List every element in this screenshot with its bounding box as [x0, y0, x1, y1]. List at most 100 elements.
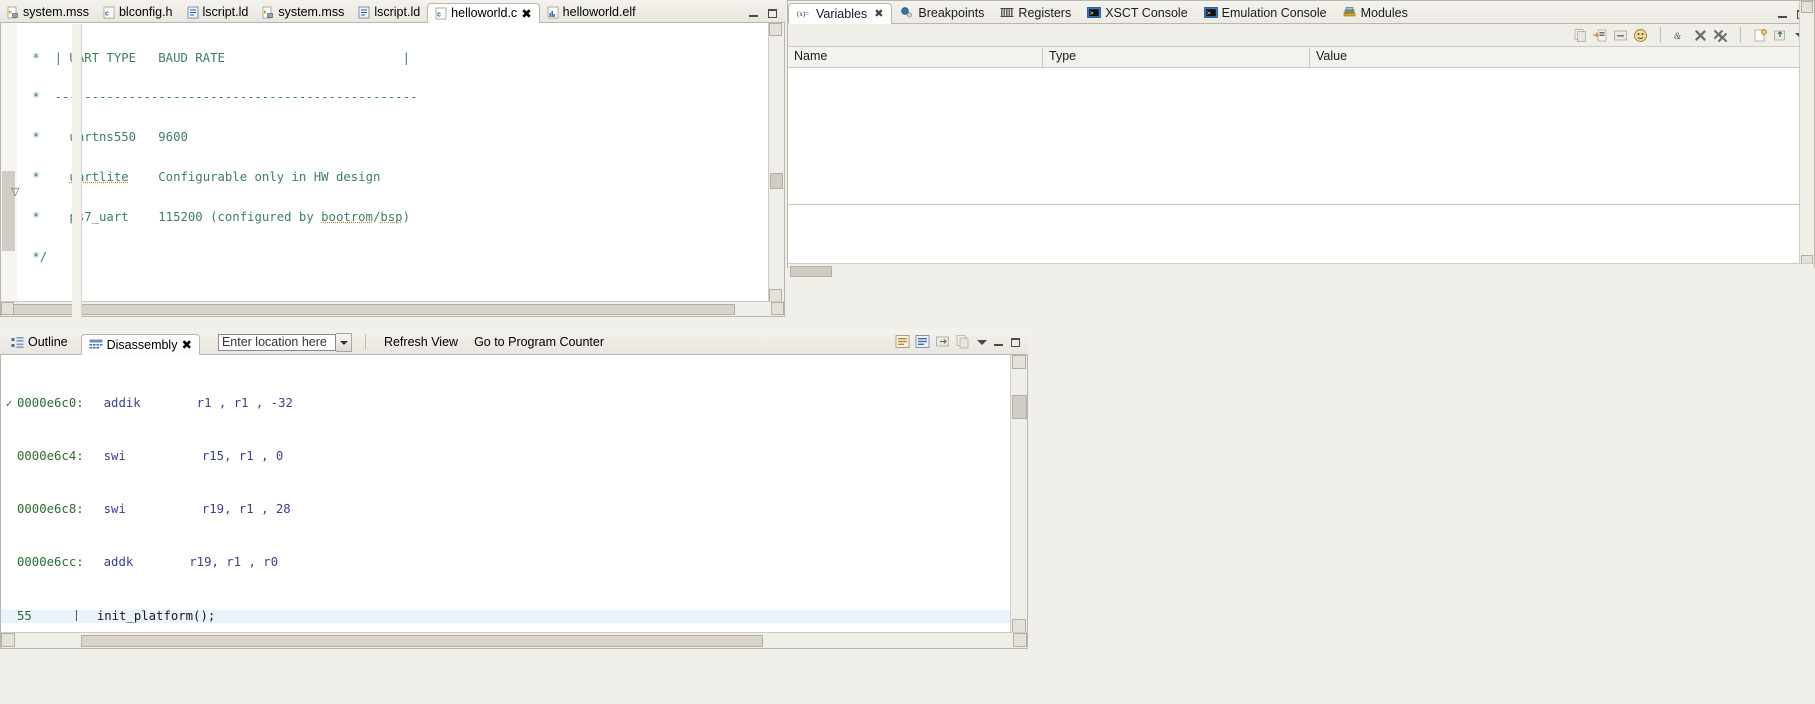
tab-xsct-console[interactable]: > XSCT Console: [1079, 2, 1195, 23]
show-opcodes-icon[interactable]: [915, 334, 931, 350]
tab-modules[interactable]: Modules: [1335, 2, 1416, 23]
sdk-debug-perspective: Debug ✖ i: [0, 0, 1815, 704]
row-address: 0000e6cc:: [17, 555, 84, 569]
svg-text:c: c: [437, 11, 441, 18]
scroll-down-arrow-icon[interactable]: [1012, 619, 1026, 633]
minimize-disassembly-button[interactable]: [992, 336, 1005, 349]
editor-tab-helloworld-c[interactable]: c helloworld.c ✖: [427, 3, 540, 23]
row-line-number: 55: [17, 609, 32, 623]
editor-panel: system.mss c blconfig.h lscript.ld syste…: [0, 0, 785, 330]
show-details-icon[interactable]: [1633, 28, 1648, 43]
text-cursor: [76, 610, 77, 621]
scroll-left-arrow-icon[interactable]: [1, 633, 15, 647]
variables-horizontal-scrollbar[interactable]: [788, 263, 1814, 277]
refresh-view-button[interactable]: Refresh View: [379, 335, 463, 349]
editor-gutter[interactable]: [1, 23, 18, 302]
editor-tab-lscript-ld-1[interactable]: lscript.ld: [180, 2, 256, 22]
scroll-up-arrow-icon[interactable]: [769, 23, 782, 36]
maximize-editor-button[interactable]: [766, 7, 779, 20]
row-operands: r19, r1 , 28: [202, 502, 291, 516]
remove-all-icon[interactable]: [1713, 28, 1728, 43]
editor-tab-blconfig-h[interactable]: c blconfig.h: [96, 2, 180, 22]
link-with-debug-view-icon[interactable]: [935, 334, 951, 350]
editor-tab-system-mss-1[interactable]: system.mss: [0, 2, 96, 22]
editor-tab-system-mss-2[interactable]: system.mss: [255, 2, 351, 22]
row-source: init_platform();: [97, 609, 215, 623]
tab-registers[interactable]: Registers: [992, 2, 1079, 23]
tab-modules-label: Modules: [1361, 6, 1408, 20]
variables-detail-pane[interactable]: [788, 205, 1814, 263]
disassembly-horizontal-scrollbar[interactable]: [1, 632, 1027, 648]
h-file-icon: c: [103, 6, 115, 19]
column-header-name[interactable]: Name: [788, 47, 1043, 67]
collapse-all-icon[interactable]: [1613, 28, 1628, 43]
row-operands: r1 , r1 , -32: [197, 396, 293, 410]
disassembly-row[interactable]: 0000e6c4:swir15, r1 , 0: [1, 450, 1011, 463]
close-icon[interactable]: ✖: [181, 337, 191, 352]
modules-icon: [1343, 6, 1357, 19]
editor-tab-helloworld-elf[interactable]: helloworld.elf: [540, 2, 643, 22]
disassembly-row[interactable]: 0000e6c8:swir19, r1 , 28: [1, 503, 1011, 516]
disassembly-row[interactable]: 0000e6cc:addkr19, r1 , r0: [1, 556, 1011, 569]
scroll-right-arrow-icon[interactable]: [771, 302, 784, 315]
row-address: 0000e6c8:: [17, 502, 84, 516]
editor-horizontal-scrollbar[interactable]: [1, 301, 784, 316]
scroll-up-arrow-icon[interactable]: [1801, 1, 1813, 13]
new-view-icon[interactable]: [1753, 28, 1768, 43]
remove-selected-icon[interactable]: [1693, 28, 1708, 43]
variables-view-panel: (x)= Variables ✖ Breakpoints Registers >: [787, 0, 1815, 268]
detail-vertical-scrollbar[interactable]: [1799, 1, 1814, 267]
scrollbar-thumb[interactable]: [790, 266, 832, 277]
location-input[interactable]: [218, 334, 336, 351]
tab-disassembly[interactable]: Disassembly ✖: [81, 334, 200, 355]
toolbar-separator: [1740, 27, 1741, 43]
row-mnemonic: addik: [104, 396, 141, 410]
close-icon[interactable]: ✖: [521, 6, 531, 21]
maximize-disassembly-button[interactable]: [1009, 336, 1022, 349]
tab-variables-label: Variables: [816, 7, 867, 21]
tab-breakpoints[interactable]: Breakpoints: [892, 2, 992, 23]
close-icon[interactable]: ✖: [874, 7, 883, 20]
disassembly-source-row[interactable]: 55 init_platform();: [1, 610, 1011, 623]
view-menu-icon[interactable]: [975, 336, 988, 349]
svg-text:>: >: [1207, 10, 1211, 17]
column-header-type[interactable]: Type: [1043, 47, 1310, 67]
disassembly-toolbar: [895, 334, 1028, 350]
location-input-group: [218, 333, 352, 352]
source-code-area[interactable]: * | UART TYPE BAUD RATE | * ------------…: [25, 23, 764, 302]
scrollbar-thumb[interactable]: [81, 635, 763, 647]
export-icon[interactable]: [1773, 28, 1788, 43]
disassembly-icon: [89, 338, 103, 351]
mss-icon: [7, 6, 19, 19]
go-to-program-counter-button[interactable]: Go to Program Counter: [469, 335, 609, 349]
scroll-up-arrow-icon[interactable]: [1012, 355, 1026, 369]
variables-table-body[interactable]: [788, 68, 1814, 204]
scroll-right-arrow-icon[interactable]: [1013, 633, 1027, 647]
chevron-down-icon[interactable]: [336, 333, 352, 352]
editor-vertical-scrollbar[interactable]: [768, 23, 784, 302]
svg-text:(x)=: (x)=: [797, 10, 809, 18]
tab-outline[interactable]: Outline: [4, 332, 75, 353]
tab-variables[interactable]: (x)= Variables ✖: [788, 3, 892, 24]
editor-tab-label: system.mss: [278, 5, 344, 19]
editor-body[interactable]: ▽ * | UART TYPE BAUD RATE | * ----------…: [0, 23, 785, 317]
minimize-variables-view-button[interactable]: [1776, 8, 1789, 21]
disassembly-listing[interactable]: ✓0000e6c0:addikr1 , r1 , -32 0000e6c4:sw…: [1, 355, 1011, 633]
change-value-icon[interactable]: [1593, 28, 1608, 43]
disassembly-body[interactable]: ✓0000e6c0:addikr1 , r1 , -32 0000e6c4:sw…: [0, 355, 1028, 649]
scrollbar-thumb[interactable]: [13, 304, 735, 315]
copy-icon[interactable]: [955, 334, 971, 350]
copy-icon[interactable]: [1573, 28, 1588, 43]
disassembly-breakpoint-gutter[interactable]: [72, 24, 82, 318]
tab-emulation-console[interactable]: > Emulation Console: [1196, 2, 1335, 23]
editor-tab-lscript-ld-2[interactable]: lscript.ld: [351, 2, 427, 22]
disassembly-row[interactable]: ✓0000e6c0:addikr1 , r1 , -32: [1, 397, 1011, 410]
new-watch-expression-icon[interactable]: &: [1673, 28, 1688, 43]
minimize-editor-button[interactable]: [747, 7, 760, 20]
editor-folding-column[interactable]: ▽: [17, 23, 25, 302]
show-source-icon[interactable]: [895, 334, 911, 350]
disassembly-vertical-scrollbar[interactable]: [1010, 355, 1027, 633]
column-header-value[interactable]: Value: [1310, 47, 1814, 67]
editor-tab-label: blconfig.h: [119, 5, 173, 19]
ld-file-icon: [358, 6, 370, 19]
